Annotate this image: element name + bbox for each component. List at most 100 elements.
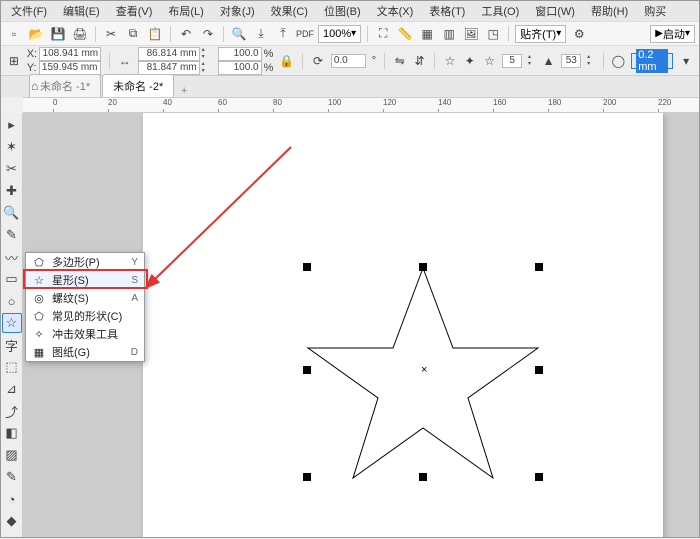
- menu-text[interactable]: 文本(X): [371, 1, 420, 21]
- menu-object[interactable]: 对象(J): [214, 1, 261, 21]
- outline-width-input[interactable]: 0.2 mm: [631, 53, 673, 69]
- menu-bitmap[interactable]: 位图(B): [318, 1, 367, 21]
- shape-tool[interactable]: ✶: [2, 137, 22, 157]
- rotate-icon: ⟳: [311, 52, 325, 70]
- ellipse-tool[interactable]: ○: [2, 291, 22, 311]
- menu-window[interactable]: 窗口(W): [529, 1, 581, 21]
- star-tool[interactable]: ☆: [2, 313, 22, 333]
- flyout-key: Y: [131, 257, 138, 268]
- menu-bar: 文件(F) 编辑(E) 查看(V) 布局(L) 对象(J) 效果(C) 位图(B…: [1, 1, 699, 21]
- text-tool[interactable]: 字: [2, 335, 22, 355]
- open-icon[interactable]: 📂: [27, 25, 45, 43]
- height-input[interactable]: 81.847 mm: [138, 61, 200, 75]
- connector-tool[interactable]: ⤴: [2, 401, 22, 421]
- home-icon[interactable]: ⌂: [31, 79, 38, 93]
- flyout-label: 多边形(P): [52, 254, 100, 270]
- search-icon[interactable]: 🔍: [230, 25, 248, 43]
- x-input[interactable]: 108.941 mm: [39, 47, 101, 61]
- menu-help[interactable]: 帮助(H): [585, 1, 634, 21]
- flyout-label: 常见的形状(C): [52, 308, 122, 324]
- flyout-item-4[interactable]: ✧ 冲击效果工具: [26, 325, 144, 343]
- toolbox: ▸✶✂✚🔍✎〰▭○☆字⬚⊿⤴◧▨✎◔◆: [1, 113, 23, 537]
- paste-icon[interactable]: 📋: [146, 25, 164, 43]
- dropdown-icon[interactable]: ▾: [679, 52, 693, 70]
- pdf-icon[interactable]: PDF: [296, 25, 314, 43]
- flyout-item-3[interactable]: ⬠ 常见的形状(C): [26, 307, 144, 325]
- scale-y-input[interactable]: 100.0: [218, 61, 262, 75]
- launch-button[interactable]: ▶ 启动 ▾: [650, 25, 695, 43]
- snap-button[interactable]: 贴齐(T) ▾: [515, 25, 566, 43]
- import-icon[interactable]: ⤓: [252, 25, 270, 43]
- star-icon: ☆: [443, 52, 457, 70]
- complex-star-icon[interactable]: ✦: [463, 52, 477, 70]
- mirror-v-icon[interactable]: ⇵: [413, 52, 427, 70]
- flyout-icon: ⬠: [32, 310, 46, 323]
- transparency-tool[interactable]: ▨: [2, 445, 22, 465]
- outline-tool[interactable]: ◔: [2, 489, 22, 509]
- scale-x-input[interactable]: 100.0: [218, 47, 262, 61]
- gallery-icon[interactable]: 🖼: [462, 25, 480, 43]
- flyout-icon: ✧: [32, 328, 46, 341]
- guides-icon[interactable]: ▥: [440, 25, 458, 43]
- flyout-item-2[interactable]: ◎螺纹(S)A: [26, 289, 144, 307]
- table-tool[interactable]: ⬚: [2, 357, 22, 377]
- export-icon[interactable]: ⤒: [274, 25, 292, 43]
- star-shape[interactable]: ×: [293, 248, 553, 498]
- tab-doc-2[interactable]: 未命名 -2*: [102, 74, 174, 97]
- menu-effect[interactable]: 效果(C): [265, 1, 314, 21]
- menu-table[interactable]: 表格(T): [423, 1, 471, 21]
- crop-tool[interactable]: ✂: [2, 159, 22, 179]
- shadow-tool[interactable]: ◧: [2, 423, 22, 443]
- options-icon[interactable]: ⚙: [570, 25, 588, 43]
- menu-buy[interactable]: 购买: [638, 1, 672, 21]
- menu-edit[interactable]: 编辑(E): [57, 1, 106, 21]
- new-doc-icon[interactable]: ▫: [5, 25, 23, 43]
- freehand-tool[interactable]: ✎: [2, 225, 22, 245]
- tab-doc-1[interactable]: 未命名 -1*: [29, 74, 101, 97]
- menu-tools[interactable]: 工具(O): [475, 1, 525, 21]
- rotation-input[interactable]: 0.0: [331, 54, 366, 68]
- print-icon[interactable]: 🖨: [71, 25, 89, 43]
- sharpness-input[interactable]: 53: [561, 54, 581, 68]
- rectangle-tool[interactable]: ▭: [2, 269, 22, 289]
- mirror-h-icon[interactable]: ⇋: [393, 52, 407, 70]
- zoom-tool[interactable]: 🔍: [2, 203, 22, 223]
- outline-width-icon: ◯: [612, 52, 626, 70]
- fullscreen-icon[interactable]: ⛶: [374, 25, 392, 43]
- menu-file[interactable]: 文件(F): [5, 1, 53, 21]
- ruler-horizontal: 0 20 40 60 80 100 120 140 160 180 200 22…: [23, 97, 699, 113]
- flyout-icon: ☆: [32, 274, 46, 287]
- view-icon[interactable]: ◳: [484, 25, 502, 43]
- flyout-item-0[interactable]: ⬠多边形(P)Y: [26, 253, 144, 271]
- cut-icon[interactable]: ✂: [102, 25, 120, 43]
- save-icon[interactable]: 💾: [49, 25, 67, 43]
- flyout-label: 星形(S): [52, 272, 89, 288]
- points-input[interactable]: 5: [502, 54, 522, 68]
- flyout-item-5[interactable]: ▦图纸(G)D: [26, 343, 144, 361]
- fill-tool[interactable]: ◆: [2, 511, 22, 531]
- transform-icon[interactable]: ⊞: [7, 52, 21, 70]
- menu-layout[interactable]: 布局(L): [162, 1, 209, 21]
- flyout-item-1[interactable]: ☆星形(S)S: [26, 271, 144, 289]
- pick-tool[interactable]: ▸: [2, 115, 22, 135]
- center-glyph: ×: [421, 364, 427, 376]
- tab-add-icon[interactable]: +: [175, 85, 193, 97]
- copy-icon[interactable]: ⧉: [124, 25, 142, 43]
- brush-tool[interactable]: 〰: [2, 247, 22, 267]
- ruler-icon[interactable]: 📏: [396, 25, 414, 43]
- menu-view[interactable]: 查看(V): [110, 1, 159, 21]
- flyout-key: D: [131, 347, 138, 358]
- width-input[interactable]: 86.814 mm: [138, 47, 200, 61]
- undo-icon[interactable]: ↶: [177, 25, 195, 43]
- lock-ratio-icon[interactable]: 🔒: [279, 54, 294, 68]
- grid-icon[interactable]: ▦: [418, 25, 436, 43]
- flyout-label: 冲击效果工具: [52, 326, 118, 342]
- eyedropper-tool[interactable]: ✎: [2, 467, 22, 487]
- zoom-input[interactable]: 100% ▾: [318, 25, 361, 43]
- y-input[interactable]: 159.945 mm: [39, 61, 101, 75]
- dimension-tool[interactable]: ⊿: [2, 379, 22, 399]
- node-tool[interactable]: ✚: [2, 181, 22, 201]
- redo-icon[interactable]: ↷: [199, 25, 217, 43]
- standard-toolbar: ▫ 📂 💾 🖨 ✂ ⧉ 📋 ↶ ↷ 🔍 ⤓ ⤒ PDF 100% ▾ ⛶ 📏 ▦…: [1, 21, 699, 45]
- size-icon: ↔: [118, 52, 132, 70]
